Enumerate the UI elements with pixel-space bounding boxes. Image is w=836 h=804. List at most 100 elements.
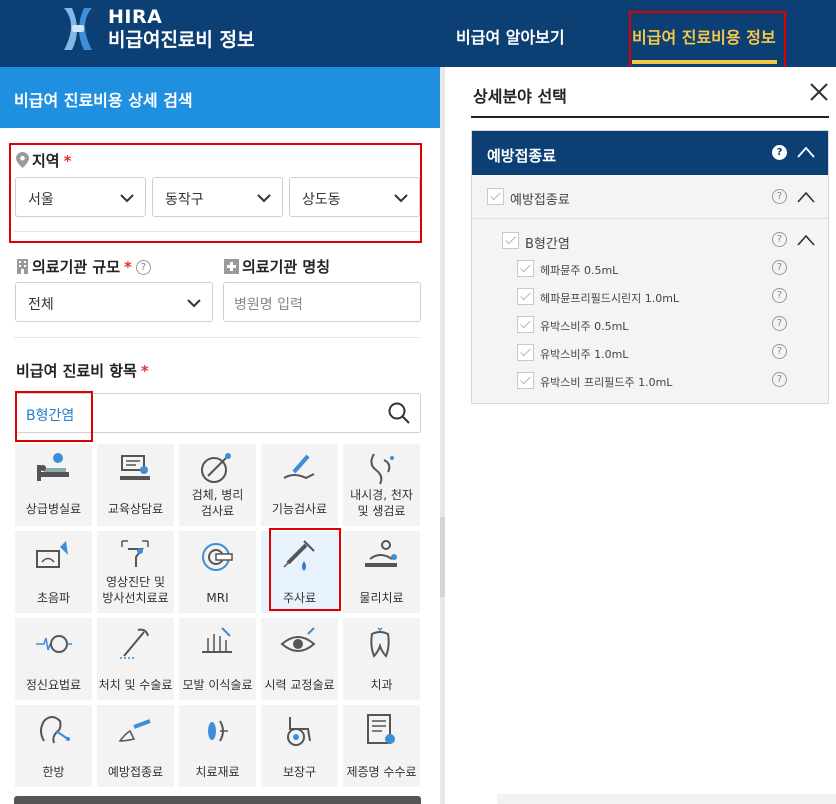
hospital-name-input[interactable]: 병원명 입력	[223, 282, 421, 322]
help-icon[interactable]: ?	[772, 344, 787, 359]
help-icon[interactable]: ?	[772, 288, 787, 303]
scale-label: 의료기관 규모 *?	[16, 256, 151, 277]
category-tile[interactable]: 기능검사료	[261, 444, 338, 526]
section-divider	[14, 337, 420, 338]
category-label: 치과	[370, 678, 393, 692]
chevron-up-icon[interactable]	[797, 234, 815, 246]
search-panel-title: 비급여 진료비용 상세 검색	[0, 67, 440, 128]
physical-therapy-icon	[365, 540, 397, 567]
scale-label-text: 의료기관 규모	[32, 258, 121, 276]
checkbox[interactable]	[517, 288, 534, 305]
tree-header[interactable]: 예방접종료 ?	[472, 131, 828, 175]
ultrasound-icon	[36, 541, 68, 568]
tree-row-label: B형간염	[525, 237, 570, 252]
vaccination-icon	[118, 719, 151, 742]
category-tile[interactable]: 치료재료	[179, 705, 256, 787]
category-tile[interactable]: 정신요법료	[15, 618, 92, 700]
category-tree: 예방접종료 ? 예방접종료 ? B형간염 ? 헤파뮨주 0.5mL ? 헤파뮨프…	[471, 130, 829, 404]
category-label: 모발 이식술료	[182, 678, 253, 692]
category-label: 방사선치료료	[102, 591, 169, 605]
treatment-material-icon	[208, 720, 228, 742]
tree-row-label: 유박스비 프리필드주 1.0mL	[540, 376, 673, 389]
search-submit-bar[interactable]	[14, 796, 421, 804]
category-label: 치료재료	[195, 765, 240, 779]
category-label: 제증명 수수료	[346, 765, 417, 779]
category-tile[interactable]: 검체, 병리 검사료	[179, 444, 256, 526]
tree-row-level2[interactable]: B형간염 ?	[472, 231, 828, 259]
tree-header-label: 예방접종료	[487, 147, 557, 165]
brand-line2: 비급여진료비 정보	[108, 29, 255, 51]
chevron-up-icon[interactable]	[797, 146, 815, 158]
category-label: 시력 교정술료	[264, 678, 335, 692]
checkbox[interactable]	[517, 316, 534, 333]
specimen-icon	[201, 453, 231, 483]
category-label: 기능검사료	[271, 502, 328, 516]
tree-row-item[interactable]: 헤파뮨프리필드시린지 1.0mL ?	[472, 287, 828, 315]
tree-row-label: 헤파뮨프리필드시린지 1.0mL	[540, 292, 680, 305]
tree-row-item[interactable]: 유박스비주 0.5mL ?	[472, 315, 828, 343]
section-divider	[14, 231, 420, 232]
category-label: 보장구	[282, 765, 317, 779]
hospital-name-label-text: 의료기관 명칭	[242, 258, 331, 276]
help-icon[interactable]: ?	[772, 372, 787, 387]
help-icon[interactable]: ?	[772, 189, 787, 204]
category-tile[interactable]: 예방접종료	[97, 705, 174, 787]
search-icon[interactable]	[388, 402, 410, 424]
acupuncture-icon	[40, 716, 70, 744]
detail-panel: 상세분야 선택 예방접종료 ? 예방접종료 ? B형간염 ? 헤파뮨주 0.5m…	[445, 67, 836, 804]
checkbox[interactable]	[517, 260, 534, 277]
tree-row-label: 유박스비주 1.0mL	[540, 348, 629, 361]
scale-value: 전체	[28, 297, 54, 313]
category-tile[interactable]: 교육상담료	[97, 444, 174, 526]
tooth-icon	[370, 627, 390, 658]
chevron-up-icon[interactable]	[797, 191, 815, 203]
brand-line1: HIRA	[108, 6, 163, 28]
category-tile[interactable]: 상급병실료	[15, 444, 92, 526]
category-tile[interactable]: 영상진단 및 방사선치료료	[97, 531, 174, 613]
radiology-icon	[121, 540, 149, 567]
title-rule	[471, 116, 829, 118]
hospital-name-label: 의료기관 명칭	[224, 256, 330, 277]
checkbox[interactable]	[517, 372, 534, 389]
category-tile[interactable]: 치과	[343, 618, 420, 700]
help-icon[interactable]: ?	[772, 145, 787, 160]
category-label: 처치 및 수술료	[98, 678, 173, 692]
surgery-icon	[120, 628, 149, 659]
item-label: 비급여 진료비 항목 *	[16, 360, 149, 381]
consultation-icon	[120, 455, 150, 480]
scale-select[interactable]: 전체	[15, 282, 213, 322]
category-label: 물리치료	[359, 591, 404, 605]
category-label: 교육상담료	[107, 502, 164, 516]
close-icon[interactable]	[809, 82, 829, 102]
category-tile[interactable]: 초음파	[15, 531, 92, 613]
help-icon[interactable]: ?	[772, 260, 787, 275]
checkbox[interactable]	[502, 232, 519, 249]
brain-wave-icon	[36, 635, 72, 653]
category-tile[interactable]: 모발 이식술료	[179, 618, 256, 700]
tree-row-item[interactable]: 유박스비 프리필드주 1.0mL ?	[472, 371, 828, 399]
category-tile[interactable]: 시력 교정술료	[261, 618, 338, 700]
help-icon[interactable]: ?	[772, 232, 787, 247]
tree-row-item[interactable]: 헤파뮨주 0.5mL ?	[472, 259, 828, 287]
category-tile[interactable]: 한방	[15, 705, 92, 787]
category-tile[interactable]: 물리치료	[343, 531, 420, 613]
category-tile[interactable]: 내시경, 천자 및 생검료	[343, 444, 420, 526]
tree-row-level1[interactable]: 예방접종료 ?	[472, 175, 828, 219]
tree-row-label: 유박스비주 0.5mL	[540, 320, 629, 333]
nav-nonbenefit-info[interactable]: 비급여 알아보기	[456, 24, 565, 48]
help-icon[interactable]: ?	[772, 316, 787, 331]
category-tile[interactable]: 처치 및 수술료	[97, 618, 174, 700]
selected-category-highlight-box	[269, 528, 341, 611]
category-label: 검체, 병리	[191, 488, 244, 502]
category-tile[interactable]: 보장구	[261, 705, 338, 787]
category-tile[interactable]: 제증명 수수료	[343, 705, 420, 787]
brand-title[interactable]: HIRA 비급여진료비 정보	[108, 6, 254, 52]
checkbox[interactable]	[487, 188, 504, 205]
search-term-highlight-box	[15, 391, 93, 442]
tree-row-item[interactable]: 유박스비주 1.0mL ?	[472, 343, 828, 371]
help-icon[interactable]: ?	[135, 260, 151, 275]
eye-icon	[280, 627, 316, 652]
category-tile[interactable]: MRI	[179, 531, 256, 613]
bottom-strip	[497, 794, 836, 804]
checkbox[interactable]	[517, 344, 534, 361]
